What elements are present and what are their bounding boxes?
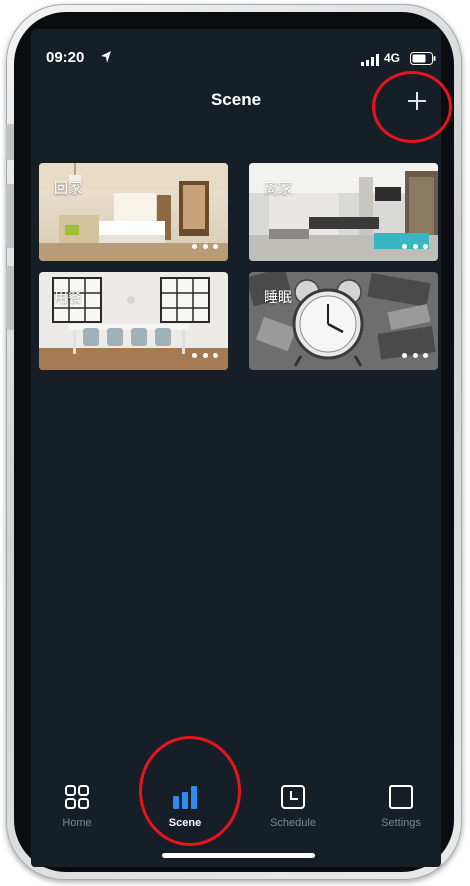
- tab-label: Home: [62, 817, 92, 829]
- scene-name: 睡眠: [264, 290, 292, 306]
- scene-name: 用餐: [54, 290, 82, 306]
- app-screen: 09:20 4G Scene 回家 离家 用餐 睡眠 Home Scene Sc…: [31, 29, 441, 867]
- network-type: 4G: [384, 51, 401, 65]
- tab-label: Schedule: [270, 817, 316, 829]
- scene-card-away[interactable]: 离家: [249, 163, 438, 261]
- tab-label: Settings: [381, 817, 421, 829]
- more-dots-icon[interactable]: [402, 242, 428, 250]
- battery-icon: [410, 52, 436, 65]
- square-icon: [389, 785, 413, 809]
- scene-name: 回家: [54, 181, 82, 197]
- scene-card-dining[interactable]: 用餐: [39, 272, 228, 370]
- plus-icon: [408, 92, 426, 110]
- more-dots-icon[interactable]: [402, 351, 428, 359]
- tab-scene[interactable]: Scene: [145, 783, 225, 843]
- tab-label: Scene: [168, 817, 202, 829]
- grid-icon: [65, 785, 89, 809]
- tab-home[interactable]: Home: [37, 783, 117, 843]
- home-indicator: [162, 853, 315, 858]
- clock-icon: [281, 785, 305, 809]
- page-title: Scene: [210, 90, 262, 109]
- more-dots-icon[interactable]: [192, 351, 218, 359]
- status-time: 09:20: [46, 49, 85, 66]
- volume-down-button: [6, 266, 14, 330]
- mute-switch: [6, 124, 14, 160]
- scene-name: 离家: [264, 181, 292, 197]
- status-bar: 09:20 4G: [31, 29, 441, 87]
- location-arrow-icon: [101, 51, 111, 63]
- scene-card-sleep[interactable]: 睡眠: [249, 272, 438, 370]
- scene-card-home[interactable]: 回家: [39, 163, 228, 261]
- more-dots-icon[interactable]: [192, 242, 218, 250]
- volume-up-button: [6, 184, 14, 248]
- tab-schedule[interactable]: Schedule: [253, 783, 333, 843]
- bar-chart-icon: [173, 786, 197, 809]
- add-scene-button[interactable]: [402, 86, 432, 116]
- tab-settings[interactable]: Settings: [361, 783, 441, 843]
- signal-bars-icon: [361, 54, 379, 66]
